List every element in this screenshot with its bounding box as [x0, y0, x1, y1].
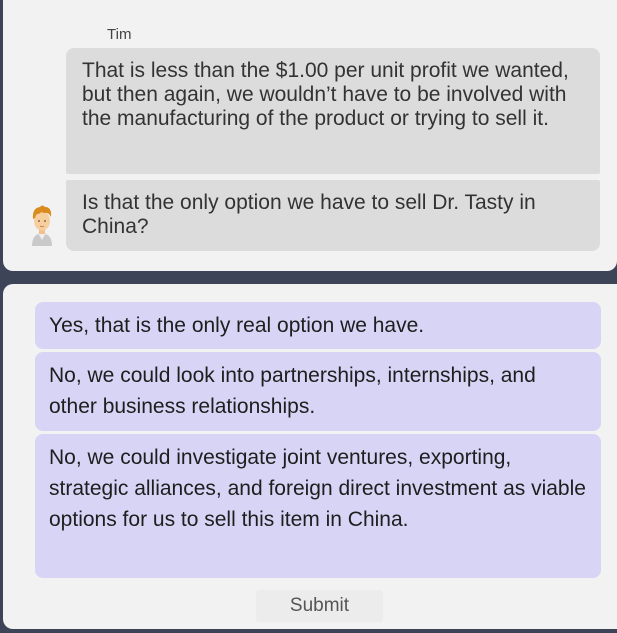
response-option-2[interactable]: No, we could look into partnerships, int… — [35, 352, 601, 431]
message-bubble: Is that the only option we have to sell … — [66, 180, 600, 251]
response-option-3[interactable]: No, we could investigate joint ventures,… — [35, 434, 601, 578]
response-options-panel: Yes, that is the only real option we hav… — [3, 284, 617, 629]
avatar-icon — [27, 202, 57, 246]
speaker-name: Tim — [107, 26, 132, 43]
chat-panel: Tim That is less than the $1.00 per unit… — [3, 0, 617, 271]
message-bubble: That is less than the $1.00 per unit pro… — [66, 48, 600, 174]
response-option-1[interactable]: Yes, that is the only real option we hav… — [35, 302, 601, 349]
submit-button[interactable]: Submit — [256, 590, 383, 622]
